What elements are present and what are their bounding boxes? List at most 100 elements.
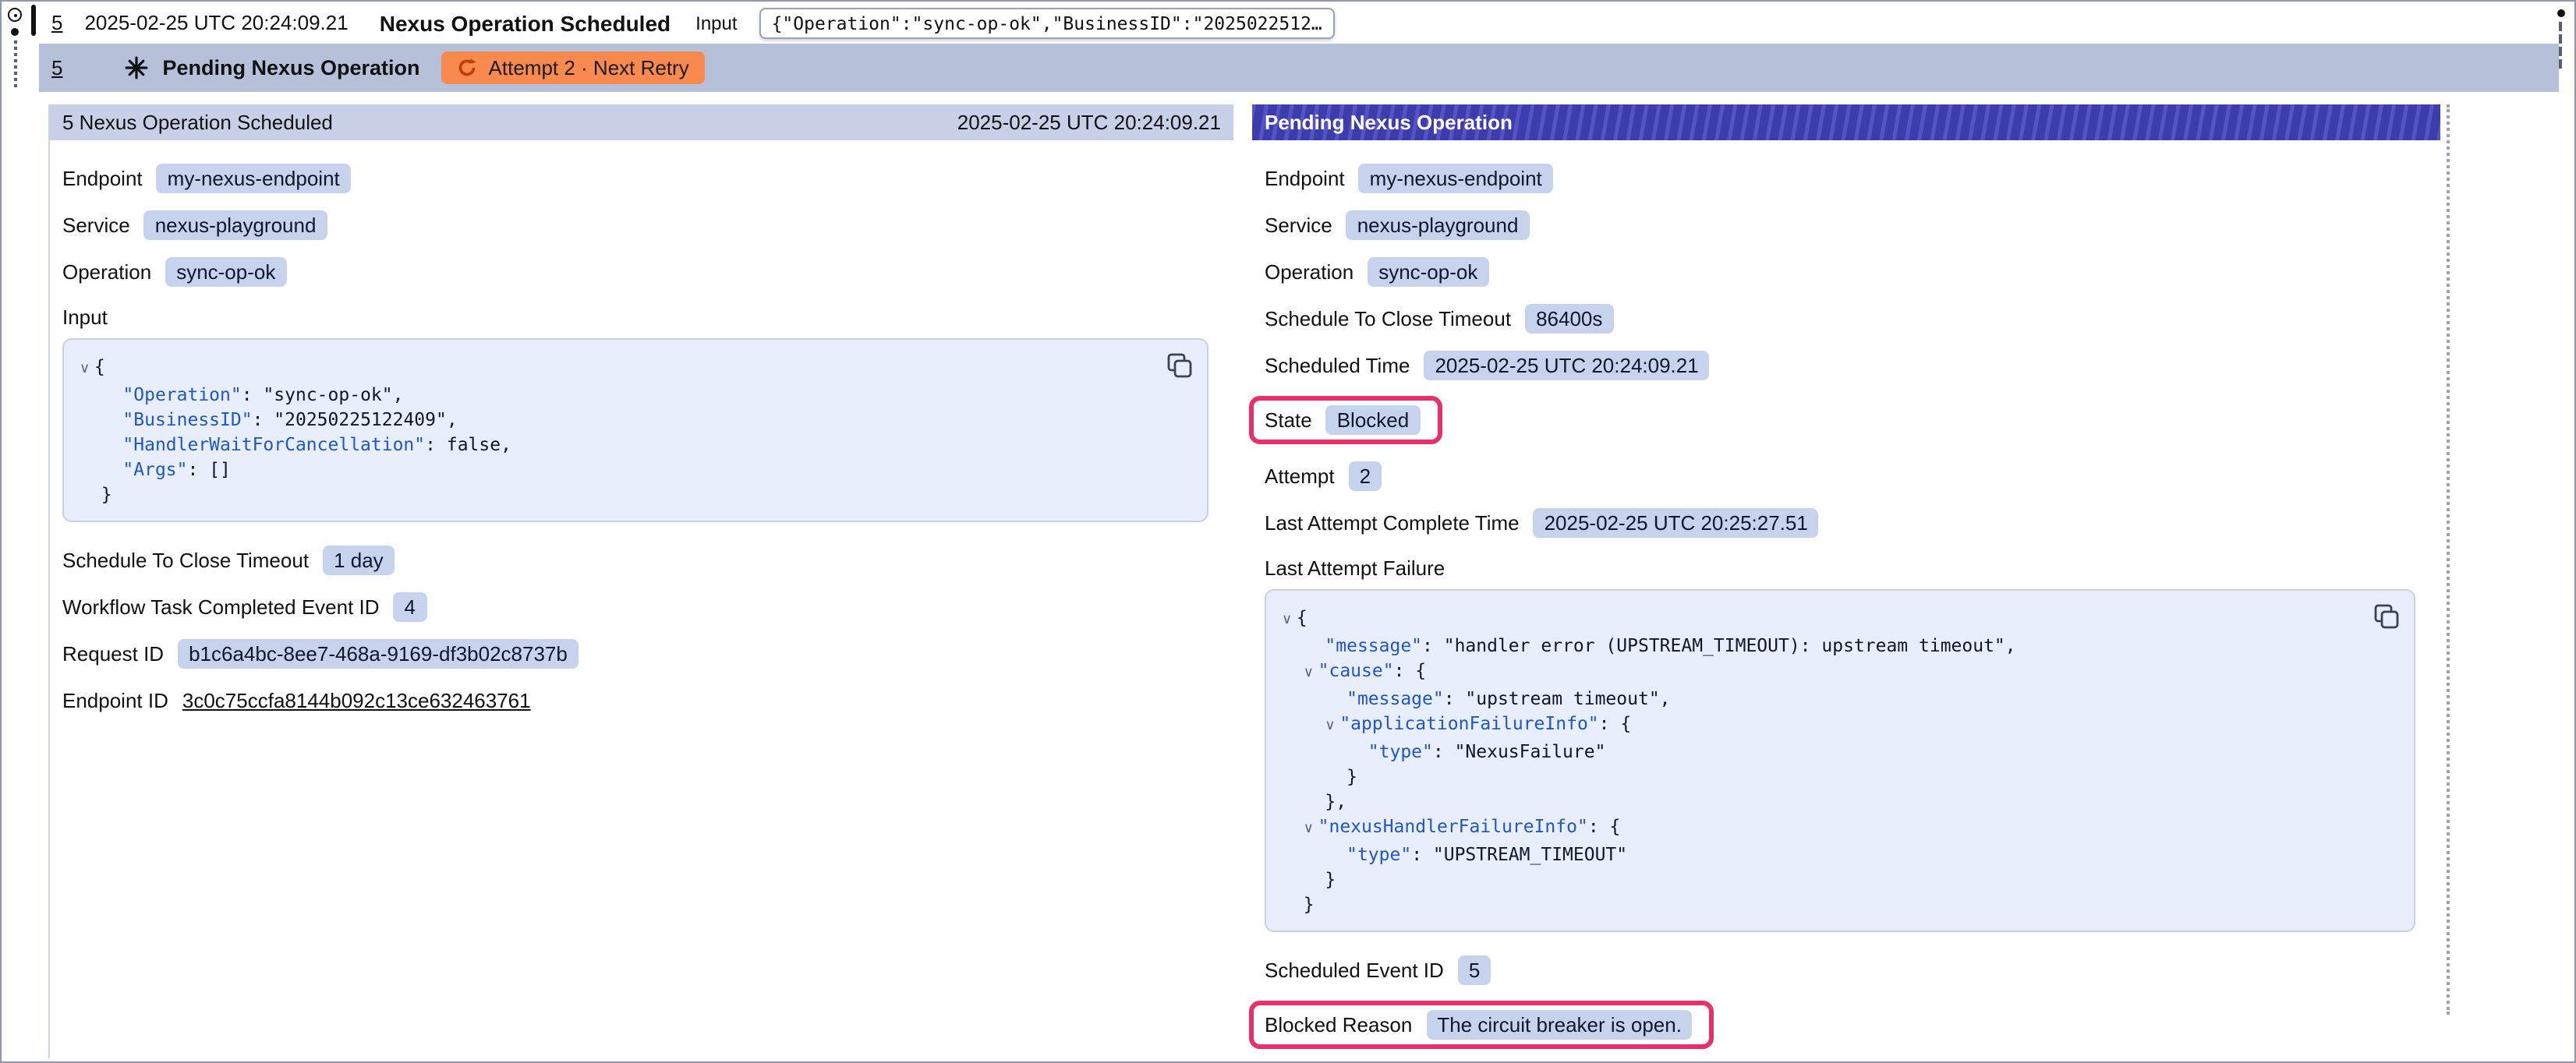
- field-row-endpoint: Endpoint my-nexus-endpoint: [62, 162, 1221, 193]
- field-label: Request ID: [62, 641, 164, 665]
- failure-json-viewer: ∨ { "message": "handler error (UPSTREAM_…: [1265, 589, 2415, 932]
- field-label: Service: [62, 213, 130, 236]
- json-content: ∨ { "message": "handler error (UPSTREAM_…: [1282, 605, 2395, 916]
- state-field-row: State Blocked: [1265, 396, 2428, 444]
- field-label: Endpoint: [62, 166, 143, 189]
- code-token: : {: [1394, 659, 1427, 681]
- field-label: State: [1265, 408, 1312, 432]
- collapse-chevron-icon[interactable]: ∨: [1304, 666, 1318, 681]
- field-row-last-attempt-complete-time: Last Attempt Complete Time 2025-02-25 UT…: [1265, 507, 2428, 538]
- copy-button[interactable]: [1166, 352, 1193, 379]
- highlight-annotation-blocked-reason: Blocked Reason The circuit breaker is op…: [1249, 1001, 1714, 1049]
- field-value-badge: my-nexus-endpoint: [1359, 163, 1553, 192]
- field-value-badge: my-nexus-endpoint: [157, 163, 351, 192]
- code-token: },: [1282, 790, 1346, 812]
- code-token: [80, 383, 122, 405]
- code-token: "HandlerWaitForCancellation": [122, 433, 425, 455]
- panel-timestamp: 2025-02-25 UTC 20:24:09.21: [957, 111, 1221, 134]
- scheduled-event-panel: 5 Nexus Operation Scheduled 2025-02-25 U…: [48, 104, 1233, 1058]
- code-token: "type": [1368, 740, 1433, 762]
- scheduled-panel-header: 5 Nexus Operation Scheduled 2025-02-25 U…: [50, 104, 1233, 140]
- code-token: "Args": [122, 458, 187, 480]
- field-row-scheduled-event-id: Scheduled Event ID 5: [1265, 954, 2428, 985]
- field-value-badge: 86400s: [1525, 303, 1613, 333]
- collapse-chevron-icon[interactable]: ∨: [1325, 719, 1339, 734]
- field-value-badge: 2025-02-25 UTC 20:24:09.21: [1424, 350, 1709, 380]
- panel-title: Pending Nexus Operation: [1265, 111, 1513, 134]
- input-inline-label: Input: [695, 12, 737, 34]
- pending-panel-header: Pending Nexus Operation: [1252, 104, 2440, 140]
- collapse-chevron-icon[interactable]: ∨: [1282, 613, 1297, 628]
- panel-resize-handle[interactable]: [2447, 104, 2450, 1015]
- code-token: [1282, 843, 1346, 865]
- event-id-link[interactable]: 5: [51, 11, 62, 34]
- code-token: : false,: [425, 433, 511, 455]
- code-token: [1282, 687, 1346, 709]
- field-value-badge: 1 day: [323, 545, 395, 574]
- timeline-marker-icon[interactable]: [8, 8, 22, 22]
- field-value-badge: 2025-02-25 UTC 20:25:27.51: [1534, 507, 1819, 537]
- field-row-service: Service nexus-playground: [62, 209, 1221, 240]
- field-label: Workflow Task Completed Event ID: [62, 595, 380, 618]
- event-row-pending-selected[interactable]: 5 Pending Nexus Operation Attempt 2 · Ne…: [39, 44, 2559, 92]
- panel-title: 5 Nexus Operation Scheduled: [62, 111, 333, 134]
- event-history-page: 5 2025-02-25 UTC 20:24:09.21 Nexus Opera…: [0, 0, 2576, 1063]
- input-preview-chip[interactable]: {"Operation":"sync-op-ok","BusinessID":"…: [759, 7, 1335, 38]
- field-label: Endpoint: [1265, 166, 1345, 189]
- code-token: [1282, 659, 1304, 681]
- field-label: Operation: [1265, 260, 1353, 283]
- pending-event-title: Pending Nexus Operation: [162, 56, 419, 79]
- field-value-badge: sync-op-ok: [1368, 256, 1488, 286]
- code-token: {: [1297, 606, 1307, 628]
- collapse-chevron-icon[interactable]: ∨: [1304, 821, 1318, 837]
- code-token: }: [1282, 765, 1357, 787]
- field-row-attempt: Attempt 2: [1265, 460, 2428, 491]
- blocked-reason-badge: The circuit breaker is open.: [1426, 1010, 1693, 1040]
- copy-button[interactable]: [2373, 603, 2400, 630]
- field-label: Schedule To Close Timeout: [1265, 306, 1511, 330]
- input-section-label: Input: [62, 305, 1221, 329]
- code-token: }: [1282, 893, 1315, 915]
- attempt-badge-label: Attempt 2 · Next Retry: [489, 56, 689, 79]
- field-label: Schedule To Close Timeout: [62, 548, 309, 571]
- event-id-link[interactable]: 5: [51, 56, 62, 79]
- field-label: Scheduled Time: [1265, 353, 1410, 376]
- code-token: [1282, 634, 1325, 656]
- code-token: [1282, 740, 1368, 762]
- endpoint-id-link[interactable]: 3c0c75ccfa8144b092c13ce632463761: [182, 688, 531, 712]
- code-token: : "handler error (UPSTREAM_TIMEOUT): ups…: [1422, 634, 2016, 656]
- field-row-endpoint: Endpoint my-nexus-endpoint: [1265, 162, 2428, 193]
- code-token: : []: [188, 458, 231, 480]
- code-token: }: [80, 483, 112, 505]
- field-value-badge: 5: [1458, 955, 1491, 984]
- field-label: Operation: [62, 260, 151, 283]
- field-value-badge: b1c6a4bc-8ee7-468a-9169-df3b02c8737b: [178, 638, 579, 668]
- code-token: [80, 408, 122, 430]
- field-row-schedule-to-close: Schedule To Close Timeout 86400s: [1265, 302, 2428, 334]
- code-token: : "UPSTREAM_TIMEOUT": [1411, 843, 1627, 865]
- field-value-badge: nexus-playground: [144, 210, 327, 239]
- field-value-badge: sync-op-ok: [165, 256, 286, 286]
- field-label: Endpoint ID: [62, 688, 168, 712]
- retry-icon: [458, 58, 478, 78]
- field-label: Scheduled Event ID: [1265, 958, 1444, 981]
- code-token: }: [1282, 868, 1336, 890]
- event-row-scheduled[interactable]: 5 2025-02-25 UTC 20:24:09.21 Nexus Opera…: [39, 3, 2559, 42]
- event-detail-panels: 5 Nexus Operation Scheduled 2025-02-25 U…: [48, 104, 2440, 1058]
- timeline-drag-handle[interactable]: [31, 5, 35, 36]
- highlight-annotation-state: State Blocked: [1249, 396, 1442, 444]
- code-token: [80, 433, 122, 455]
- code-token: : "upstream timeout",: [1444, 687, 1671, 709]
- code-token: : "20250225122409",: [253, 408, 458, 430]
- field-row-operation: Operation sync-op-ok: [62, 256, 1221, 287]
- field-row-schedule-to-close: Schedule To Close Timeout 1 day: [62, 544, 1221, 575]
- code-token: : "sync-op-ok",: [242, 383, 404, 405]
- collapse-chevron-icon[interactable]: ∨: [80, 362, 94, 377]
- event-timestamp: 2025-02-25 UTC 20:24:09.21: [84, 11, 348, 34]
- field-row-service: Service nexus-playground: [1265, 209, 2428, 240]
- code-token: [1282, 815, 1304, 837]
- scheduled-fields: Endpoint my-nexus-endpoint Service nexus…: [50, 140, 1233, 715]
- input-json-viewer: ∨ { "Operation": "sync-op-ok", "Business…: [62, 338, 1208, 522]
- pending-fields: Endpoint my-nexus-endpoint Service nexus…: [1252, 140, 2440, 1049]
- json-content: ∨ { "Operation": "sync-op-ok", "Business…: [80, 354, 1188, 507]
